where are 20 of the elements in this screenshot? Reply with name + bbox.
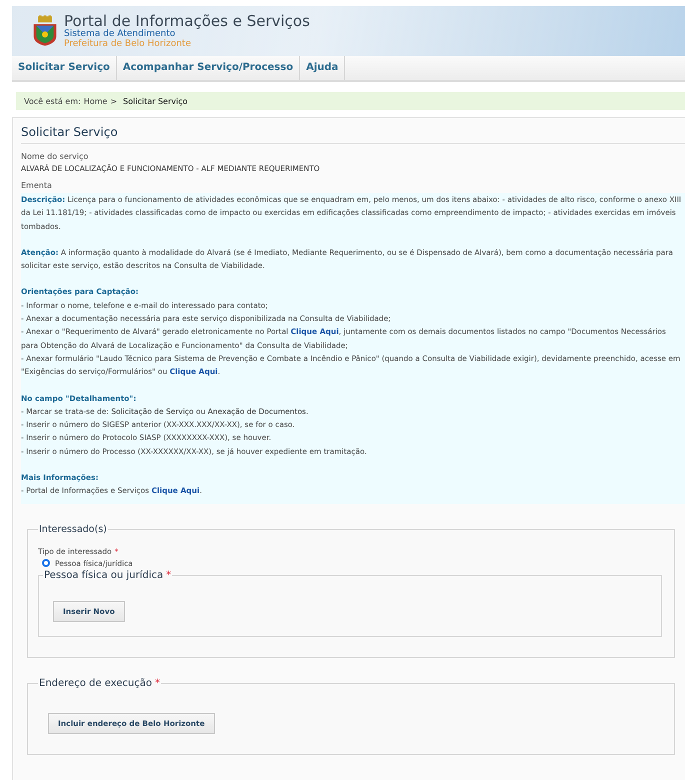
breadcrumb-label: Você está em: xyxy=(24,96,81,106)
fieldset-legend: Endereço de execução xyxy=(39,678,152,689)
required-mark: * xyxy=(155,678,160,689)
fieldset-legend: Pessoa física ou jurídica xyxy=(44,570,164,581)
portal-title: Portal de Informações e Serviços xyxy=(64,14,310,28)
required-mark: * xyxy=(166,570,172,581)
system-subtitle: Sistema de Atendimento xyxy=(64,30,176,38)
field-label: Nome do serviço xyxy=(21,152,90,161)
radio-button[interactable] xyxy=(42,559,50,568)
breadcrumb-current: Solicitar Serviço xyxy=(123,96,188,106)
menu-item[interactable]: Ajuda xyxy=(300,56,346,80)
organization-name: Prefeitura de Belo Horizonte xyxy=(64,40,192,48)
menu-item[interactable]: Solicitar Serviço xyxy=(12,56,117,80)
menu-item[interactable]: Acompanhar Serviço/Processo xyxy=(116,56,300,80)
fieldset-legend: Interessado(s) xyxy=(39,524,107,535)
field-label: Ementa xyxy=(21,181,53,190)
breadcrumb-link[interactable]: Home xyxy=(84,96,108,106)
crest-icon xyxy=(32,15,58,47)
page-title: Solicitar Serviço xyxy=(21,125,685,144)
breadcrumb-separator: > xyxy=(110,96,118,106)
